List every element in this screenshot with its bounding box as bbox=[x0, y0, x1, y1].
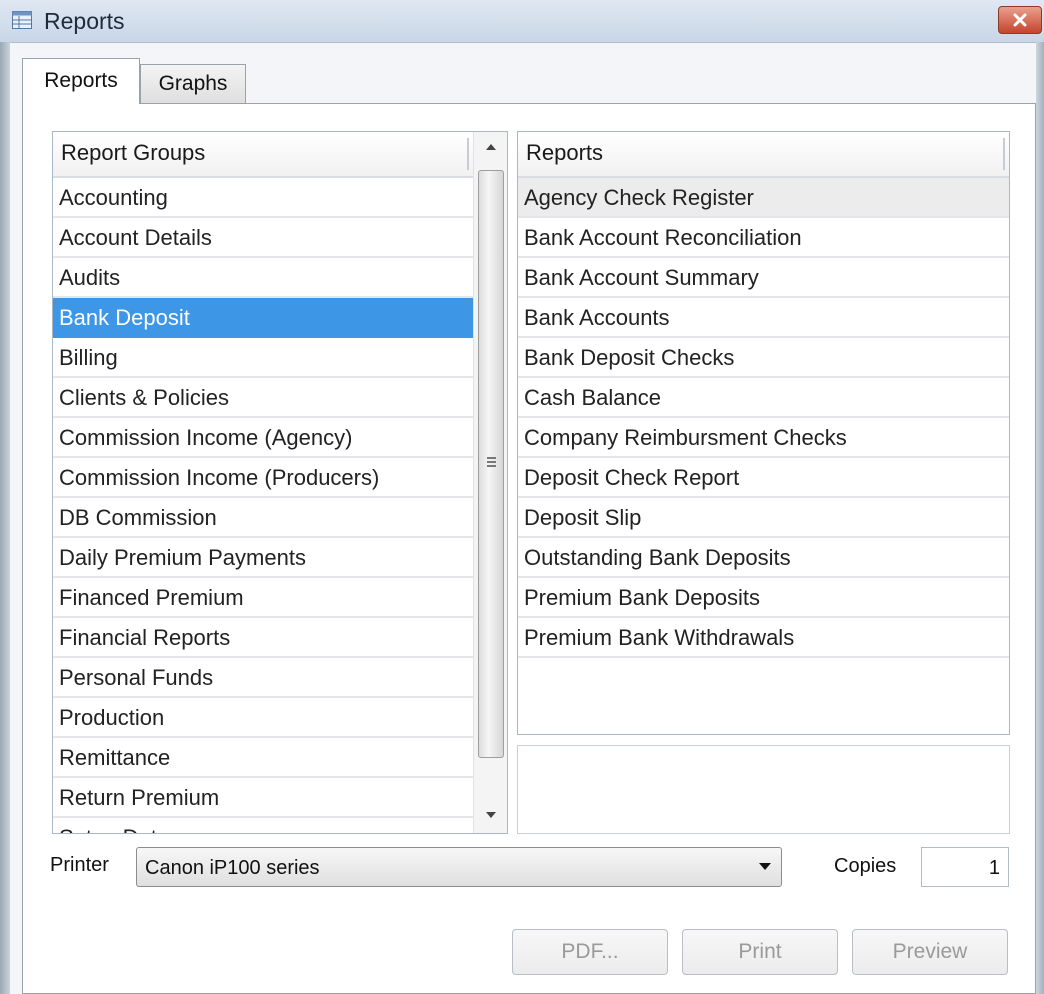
report-groups-rows: Accounting Account Details Audits Bank Depo… bbox=[53, 178, 473, 833]
copies-label: Copies bbox=[834, 855, 897, 877]
scroll-down-button[interactable] bbox=[474, 800, 507, 830]
report-group-item[interactable]: Daily Premium Payments bbox=[53, 538, 473, 578]
report-group-item[interactable]: Commission Income (Agency) bbox=[53, 418, 473, 458]
printer-dropdown[interactable]: Canon iP100 series bbox=[136, 847, 782, 887]
report-item[interactable]: Bank Account Reconciliation bbox=[518, 218, 1009, 258]
report-group-item[interactable]: Production bbox=[53, 698, 473, 738]
report-item[interactable]: Bank Accounts bbox=[518, 298, 1009, 338]
report-group-item[interactable]: Bank Deposit bbox=[53, 298, 473, 338]
report-item[interactable]: Bank Deposit Checks bbox=[518, 338, 1009, 378]
report-item[interactable]: Bank Account Summary bbox=[518, 258, 1009, 298]
tab-graphs[interactable]: Graphs bbox=[140, 64, 246, 104]
report-item[interactable]: Deposit Slip bbox=[518, 498, 1009, 538]
reports-header[interactable]: Reports bbox=[518, 132, 1009, 178]
close-button[interactable] bbox=[998, 6, 1042, 34]
reports-header-label: Reports bbox=[526, 140, 604, 165]
report-group-item[interactable]: DB Commission bbox=[53, 498, 473, 538]
window-grid-icon bbox=[12, 11, 32, 29]
report-group-item[interactable]: Setup Data bbox=[53, 818, 473, 833]
report-item[interactable]: Premium Bank Withdrawals bbox=[518, 618, 1009, 658]
printer-value: Canon iP100 series bbox=[145, 857, 320, 879]
grip-icon bbox=[487, 457, 496, 469]
scroll-up-button[interactable] bbox=[474, 132, 507, 162]
report-item[interactable]: Agency Check Register bbox=[518, 178, 1009, 218]
reports-list[interactable]: Reports Agency Check Register Bank Accoun… bbox=[517, 131, 1010, 735]
arrow-up-icon bbox=[486, 144, 496, 150]
title-bar[interactable]: Reports bbox=[0, 0, 1044, 43]
chevron-down-icon bbox=[759, 863, 771, 870]
report-group-item[interactable]: Personal Funds bbox=[53, 658, 473, 698]
report-groups-header[interactable]: Report Groups bbox=[53, 132, 473, 178]
report-group-item[interactable]: Account Details bbox=[53, 218, 473, 258]
arrow-down-icon bbox=[486, 812, 496, 818]
report-description-box bbox=[517, 745, 1010, 834]
report-group-item[interactable]: Remittance bbox=[53, 738, 473, 778]
close-icon bbox=[1013, 13, 1027, 27]
scrollbar-thumb[interactable] bbox=[478, 170, 504, 758]
column-separator bbox=[1003, 138, 1005, 170]
report-group-item[interactable]: Financed Premium bbox=[53, 578, 473, 618]
pdf-button[interactable]: PDF... bbox=[512, 929, 668, 975]
report-group-item[interactable]: Accounting bbox=[53, 178, 473, 218]
reports-window: Reports Graphs Reports Report Groups Acc… bbox=[0, 0, 1044, 994]
window-right-border bbox=[1036, 42, 1044, 994]
report-groups-list[interactable]: Report Groups Accounting Account Details A… bbox=[52, 131, 508, 834]
window-left-border bbox=[0, 42, 10, 994]
report-item[interactable]: Outstanding Bank Deposits bbox=[518, 538, 1009, 578]
report-group-item[interactable]: Commission Income (Producers) bbox=[53, 458, 473, 498]
print-button[interactable]: Print bbox=[682, 929, 838, 975]
report-groups-scrollbar[interactable] bbox=[473, 132, 507, 833]
printer-label: Printer bbox=[50, 854, 109, 876]
column-separator bbox=[467, 138, 469, 170]
report-item[interactable]: Cash Balance bbox=[518, 378, 1009, 418]
report-group-item[interactable]: Return Premium bbox=[53, 778, 473, 818]
tab-reports[interactable]: Reports bbox=[22, 58, 140, 104]
copies-field[interactable]: 1 bbox=[921, 847, 1009, 887]
window-title: Reports bbox=[44, 8, 125, 34]
report-group-item[interactable]: Audits bbox=[53, 258, 473, 298]
report-group-item[interactable]: Billing bbox=[53, 338, 473, 378]
preview-button[interactable]: Preview bbox=[852, 929, 1008, 975]
reports-rows: Agency Check Register Bank Account Reconc… bbox=[518, 178, 1009, 658]
report-group-item[interactable]: Clients & Policies bbox=[53, 378, 473, 418]
report-group-item[interactable]: Financial Reports bbox=[53, 618, 473, 658]
report-item[interactable]: Company Reimbursment Checks bbox=[518, 418, 1009, 458]
report-item[interactable]: Premium Bank Deposits bbox=[518, 578, 1009, 618]
report-groups-header-label: Report Groups bbox=[61, 140, 206, 165]
report-item[interactable]: Deposit Check Report bbox=[518, 458, 1009, 498]
